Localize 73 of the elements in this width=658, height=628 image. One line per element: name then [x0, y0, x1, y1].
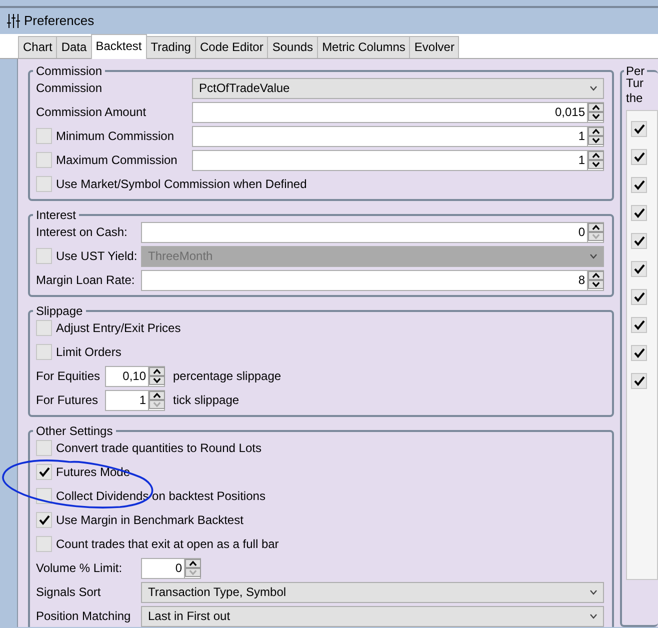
- checkbox[interactable]: [36, 440, 52, 456]
- chevron-icon: [590, 86, 597, 90]
- unit-label: tick slippage: [173, 392, 240, 409]
- unit-label: percentage slippage: [173, 368, 282, 385]
- group-title: Interest: [35, 208, 78, 222]
- field-label: Count trades that exit at open as a full bar: [56, 536, 279, 553]
- description-text: Tur: [626, 76, 645, 91]
- dropdown[interactable]: PctOfTradeValue: [192, 78, 604, 98]
- chevron-icon: [590, 254, 597, 258]
- number-field[interactable]: 8: [141, 270, 604, 290]
- field-label: Interest on Cash:: [36, 224, 128, 241]
- checkbox[interactable]: [631, 121, 647, 137]
- field-label: Minimum Commission: [56, 128, 176, 145]
- group-title: Per: [625, 66, 646, 78]
- tab[interactable]: Chart: [18, 36, 58, 58]
- dropdown[interactable]: Transaction Type, Symbol: [141, 582, 604, 602]
- field-label: Signals Sort: [36, 584, 102, 601]
- description-text: the: [626, 91, 644, 106]
- checkbox[interactable]: [36, 464, 52, 480]
- field-label: For Equities: [36, 368, 101, 385]
- window-title: Preferences: [24, 12, 94, 30]
- field-label: For Futures: [36, 392, 100, 409]
- group-title: Other Settings: [35, 424, 114, 438]
- tab[interactable]: Sounds: [267, 36, 318, 58]
- number-field[interactable]: 1: [192, 150, 604, 170]
- field-label: Use UST Yield:: [56, 248, 137, 265]
- tab[interactable]: Metric Columns: [317, 36, 410, 58]
- checkbox[interactable]: [631, 345, 647, 361]
- field-label: Use Market/Symbol Commission when Defined: [56, 176, 307, 193]
- field-label: Commission Amount: [36, 104, 148, 121]
- sliders-icon: [7, 14, 20, 28]
- field-label: Collect Dividends on backtest Positions: [56, 488, 266, 505]
- checkbox[interactable]: [631, 373, 647, 389]
- checkbox[interactable]: [631, 149, 647, 165]
- checkbox[interactable]: [36, 320, 52, 336]
- number-field[interactable]: 1: [105, 390, 165, 410]
- checkbox[interactable]: [631, 205, 647, 221]
- dropdown[interactable]: Last in First out: [141, 606, 604, 626]
- checkbox[interactable]: [631, 289, 647, 305]
- tab[interactable]: Backtest: [90, 34, 147, 59]
- checkbox[interactable]: [631, 233, 647, 249]
- chevron-icon: [590, 590, 597, 594]
- tab[interactable]: Evolver: [409, 36, 460, 58]
- field-label: Volume % Limit:: [36, 560, 124, 577]
- checkbox[interactable]: [631, 177, 647, 193]
- number-field[interactable]: 0: [141, 222, 604, 242]
- group-title: Commission: [35, 64, 104, 78]
- checkbox[interactable]: [36, 536, 52, 552]
- group-title: Slippage: [35, 304, 84, 318]
- field-label: Convert trade quantities to Round Lots: [56, 440, 262, 457]
- field-label: Adjust Entry/Exit Prices: [56, 320, 181, 337]
- field-label: Use Margin in Benchmark Backtest: [56, 512, 244, 529]
- field-label: Limit Orders: [56, 344, 122, 361]
- tab[interactable]: Code Editor: [194, 36, 268, 58]
- dropdown: ThreeMonth: [141, 246, 604, 266]
- number-field[interactable]: 0,015: [192, 102, 604, 122]
- checkbox[interactable]: [631, 261, 647, 277]
- checkbox[interactable]: [36, 512, 52, 528]
- tab[interactable]: Trading: [146, 36, 196, 58]
- field-label: Margin Loan Rate:: [36, 272, 136, 289]
- checkbox[interactable]: [36, 176, 52, 192]
- checkbox[interactable]: [36, 128, 52, 144]
- checkbox[interactable]: [36, 152, 52, 168]
- checkbox[interactable]: [36, 344, 52, 360]
- number-field[interactable]: 0: [141, 558, 201, 578]
- number-field[interactable]: 0,10: [105, 366, 165, 386]
- field-label: Commission: [36, 80, 104, 97]
- chevron-icon: [590, 614, 597, 618]
- tab[interactable]: Data: [56, 36, 92, 58]
- field-label: Position Matching: [36, 608, 132, 625]
- field-label: Maximum Commission: [56, 152, 178, 169]
- checkbox[interactable]: [631, 317, 647, 333]
- number-field[interactable]: 1: [192, 126, 604, 146]
